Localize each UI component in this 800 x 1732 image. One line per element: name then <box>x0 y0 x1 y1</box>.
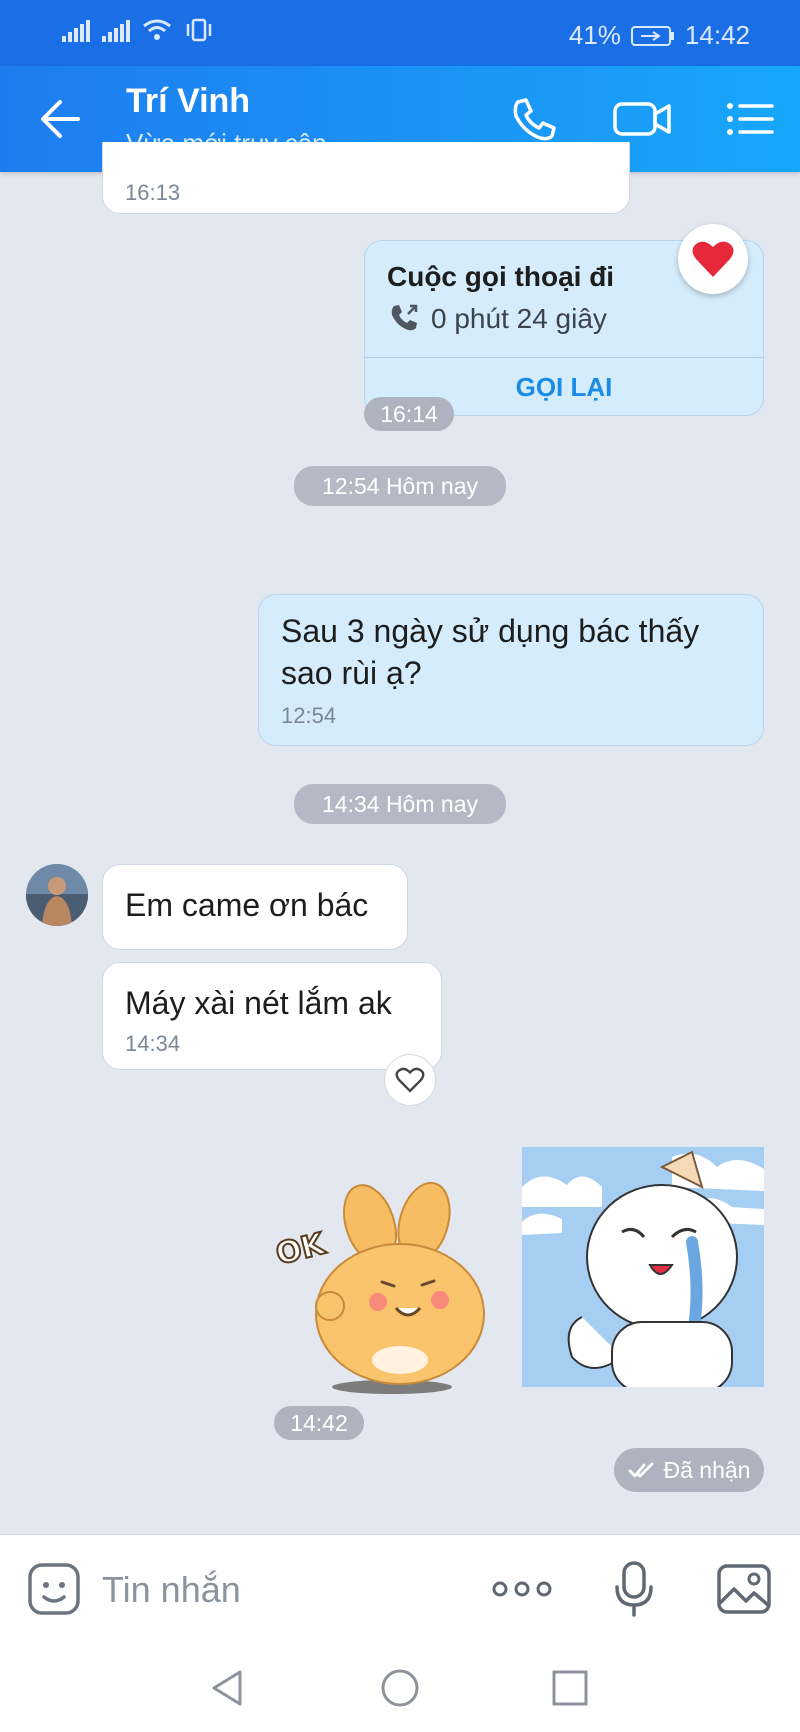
outgoing-call-icon <box>391 304 418 331</box>
message-text-line: Sau 3 ngày sử dụng bác thấy <box>281 613 700 649</box>
message-text: Máy xài nét lắm ak <box>125 985 392 1021</box>
nav-back-icon[interactable] <box>208 1668 248 1708</box>
message-time: 14:34 <box>125 1031 181 1056</box>
delivery-status-text: Đã nhận <box>663 1456 751 1483</box>
contact-name[interactable]: Trí Vinh <box>126 82 250 121</box>
vibrate-icon <box>186 18 212 42</box>
back-arrow-icon[interactable] <box>38 96 88 142</box>
date-separator: 12:54 Hôm nay <box>294 466 506 506</box>
signal-icon <box>62 18 90 42</box>
message-text-line: sao rùi ạ? <box>281 655 422 691</box>
clock: 14:42 <box>684 20 750 50</box>
message-bubble-incoming[interactable]: Em came ơn bác <box>102 864 408 950</box>
signal-icon-2 <box>102 18 130 42</box>
heart-icon <box>692 241 734 277</box>
avatar-image <box>26 864 88 926</box>
message-time-pill: 14:42 <box>274 1406 364 1440</box>
react-button[interactable] <box>384 1054 436 1106</box>
menu-icon[interactable] <box>724 96 776 142</box>
message-bubble-outgoing[interactable]: Sau 3 ngày sử dụng bác thấy sao rùi ạ? 1… <box>258 594 764 746</box>
battery-percent: 41% <box>568 20 621 50</box>
sticker-cat[interactable] <box>522 1147 764 1387</box>
delivery-status: Đã nhận <box>614 1448 764 1492</box>
message-composer: Tin nhắn <box>0 1534 800 1642</box>
video-call-icon[interactable] <box>612 96 672 142</box>
avatar[interactable] <box>26 864 88 926</box>
nav-home-icon[interactable] <box>380 1668 420 1708</box>
microphone-icon[interactable] <box>612 1559 656 1619</box>
heart-outline-icon <box>395 1067 425 1093</box>
phone-icon[interactable] <box>508 96 560 142</box>
message-text: Em came ơn bác <box>125 887 369 923</box>
message-time: 16:13 <box>125 180 181 205</box>
reaction-heart[interactable] <box>678 224 748 294</box>
nav-recents-icon[interactable] <box>550 1668 590 1708</box>
message-bubble-incoming[interactable]: 16:13 <box>102 142 630 214</box>
message-bubble-incoming[interactable]: Máy xài nét lắm ak 14:34 <box>102 962 442 1070</box>
sticker-rabbit-image <box>315 1181 485 1394</box>
call-title: Cuộc gọi thoại đi <box>387 261 615 292</box>
status-left <box>62 18 214 42</box>
chat-area[interactable]: 16:13 Cuộc gọi thoại đi 0 phút 24 giây G… <box>0 142 800 1534</box>
battery-icon <box>630 25 674 46</box>
image-icon[interactable] <box>716 1563 772 1615</box>
status-right: 41% 14:42 <box>569 20 750 51</box>
navigation-bar <box>0 1642 800 1732</box>
call-duration: 0 phút 24 giây <box>431 303 607 334</box>
status-bar: 41% 14:42 <box>0 0 800 66</box>
sticker-rabbit[interactable]: OK <box>270 1181 504 1404</box>
message-time-pill: 16:14 <box>364 397 454 431</box>
more-icon[interactable] <box>492 1577 552 1601</box>
date-separator: 14:34 Hôm nay <box>294 784 506 824</box>
message-input[interactable]: Tin nhắn <box>102 1569 241 1611</box>
sticker-cat-image <box>522 1147 764 1387</box>
wifi-icon <box>143 19 171 40</box>
emoji-icon[interactable] <box>26 1561 82 1617</box>
message-time: 12:54 <box>281 703 337 728</box>
double-check-icon <box>628 1462 653 1478</box>
